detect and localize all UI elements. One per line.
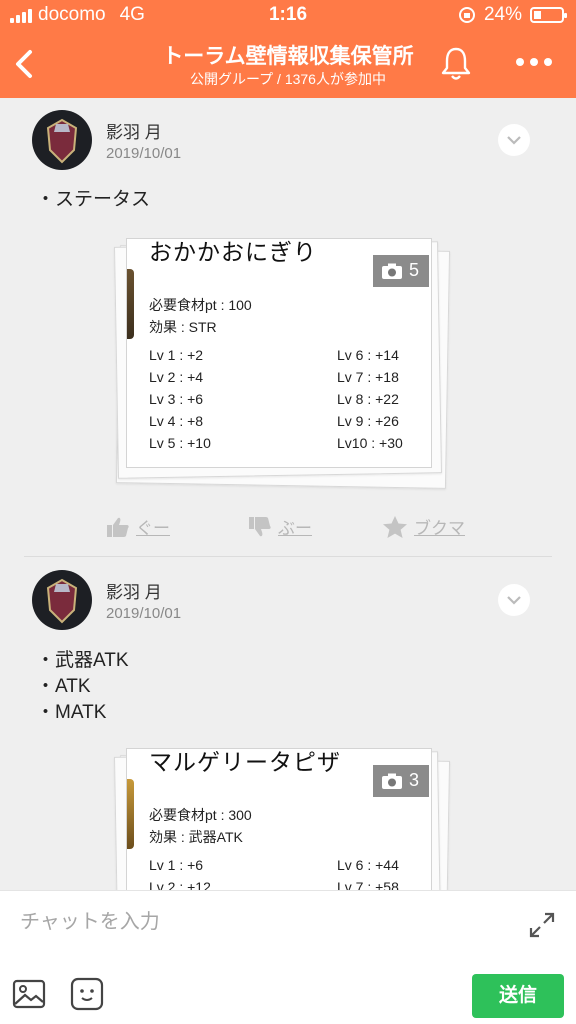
level-left: Lv 1 : +2	[149, 347, 204, 363]
star-icon	[383, 515, 407, 538]
post-text-line: ・武器ATK	[36, 650, 129, 671]
group-subtitle: 公開グループ / 1376人が参加中	[190, 71, 386, 87]
image-icon[interactable]	[12, 979, 46, 1009]
avatar[interactable]	[32, 110, 92, 170]
level-right: Lv 8 : +22	[337, 391, 399, 407]
post-text-line: ・ATK	[36, 676, 91, 697]
post-divider	[24, 556, 552, 557]
level-left: Lv 1 : +6	[149, 857, 204, 873]
level-right: Lv 6 : +44	[337, 857, 399, 873]
level-right: Lv 6 : +14	[337, 347, 399, 363]
level-left: Lv 4 : +8	[149, 413, 204, 429]
chevron-down-icon	[507, 596, 521, 605]
level-left: Lv 2 : +4	[149, 369, 204, 385]
card-title: おかかおにぎり	[149, 239, 317, 265]
back-arrow-icon[interactable]	[10, 46, 40, 82]
image-card-stack[interactable]: おかかおにぎり 5 必要食材pt : 100 効果 : STR Lv 1 : +…	[114, 238, 451, 489]
group-title: トーラム壁情報収集保管所	[162, 45, 414, 68]
send-button[interactable]: 送信	[472, 974, 564, 1018]
post-date: 2019/10/01	[106, 145, 182, 162]
avatar[interactable]	[32, 570, 92, 630]
post-menu-button[interactable]	[498, 584, 530, 616]
required-points: 必要食材pt : 100	[149, 297, 252, 313]
post-feed[interactable]: 影羽 月 2019/10/01 ・ステータス おかかおにぎり 5 必要食材pt …	[0, 98, 576, 890]
post-text: ・武器ATK ・ATK ・MATK	[36, 648, 129, 726]
level-right: Lv10 : +30	[337, 435, 403, 451]
post-text-line: ・MATK	[36, 702, 107, 723]
card-title: マルゲリータピザ	[149, 749, 341, 775]
camera-icon	[382, 263, 402, 279]
thumbs-up-icon	[107, 517, 129, 537]
battery-percent: 24%	[483, 4, 522, 25]
chat-input[interactable]: チャットを入力	[20, 905, 160, 934]
level-right: Lv 9 : +26	[337, 413, 399, 429]
effect-line: 効果 : STR	[149, 319, 217, 335]
header-bar: トーラム壁情報収集保管所 公開グループ / 1376人が参加中	[0, 30, 576, 98]
bookmark-button[interactable]: ブクマ	[382, 514, 465, 539]
photo-count-badge[interactable]: 5	[373, 255, 429, 287]
bad-button[interactable]: ぶー	[248, 514, 312, 539]
good-button[interactable]: ぐー	[106, 514, 170, 539]
level-right: Lv 7 : +58	[337, 879, 399, 890]
post-text-line: ・ステータス	[36, 189, 151, 210]
photo-count-badge[interactable]: 3	[373, 765, 429, 797]
image-card[interactable]: マルゲリータピザ 3 必要食材pt : 300 効果 : 武器ATK Lv 1 …	[126, 748, 432, 890]
author-name[interactable]: 影羽 月	[106, 118, 162, 143]
sticker-icon[interactable]	[70, 977, 104, 1011]
camera-icon	[382, 773, 402, 789]
image-card-stack[interactable]: マルゲリータピザ 3 必要食材pt : 300 効果 : 武器ATK Lv 1 …	[114, 748, 451, 890]
expand-icon[interactable]	[528, 911, 556, 939]
required-points: 必要食材pt : 300	[149, 807, 252, 823]
more-icon[interactable]	[516, 58, 552, 66]
image-card[interactable]: おかかおにぎり 5 必要食材pt : 100 効果 : STR Lv 1 : +…	[126, 238, 432, 468]
chevron-down-icon	[507, 136, 521, 145]
author-name[interactable]: 影羽 月	[106, 578, 162, 603]
bell-icon[interactable]	[438, 44, 474, 82]
bad-label: ぶー	[278, 519, 312, 538]
photo-count: 3	[409, 770, 420, 790]
bookmark-label: ブクマ	[414, 519, 465, 538]
level-left: Lv 2 : +12	[149, 879, 211, 890]
level-right: Lv 7 : +18	[337, 369, 399, 385]
reaction-bar: ぐー ぶー ブクマ	[0, 514, 576, 540]
good-label: ぐー	[136, 519, 170, 538]
battery-icon	[530, 7, 567, 23]
level-left: Lv 5 : +10	[149, 435, 211, 451]
post-text: ・ステータス	[36, 187, 150, 213]
post-menu-button[interactable]	[498, 124, 530, 156]
level-left: Lv 3 : +6	[149, 391, 204, 407]
effect-line: 効果 : 武器ATK	[149, 829, 243, 845]
photo-count: 5	[409, 260, 420, 280]
orientation-lock-icon	[458, 7, 475, 23]
thumbs-down-icon	[249, 516, 271, 536]
post-date: 2019/10/01	[106, 605, 182, 622]
status-bar: docomo 4G 1:16 24%	[0, 0, 576, 30]
